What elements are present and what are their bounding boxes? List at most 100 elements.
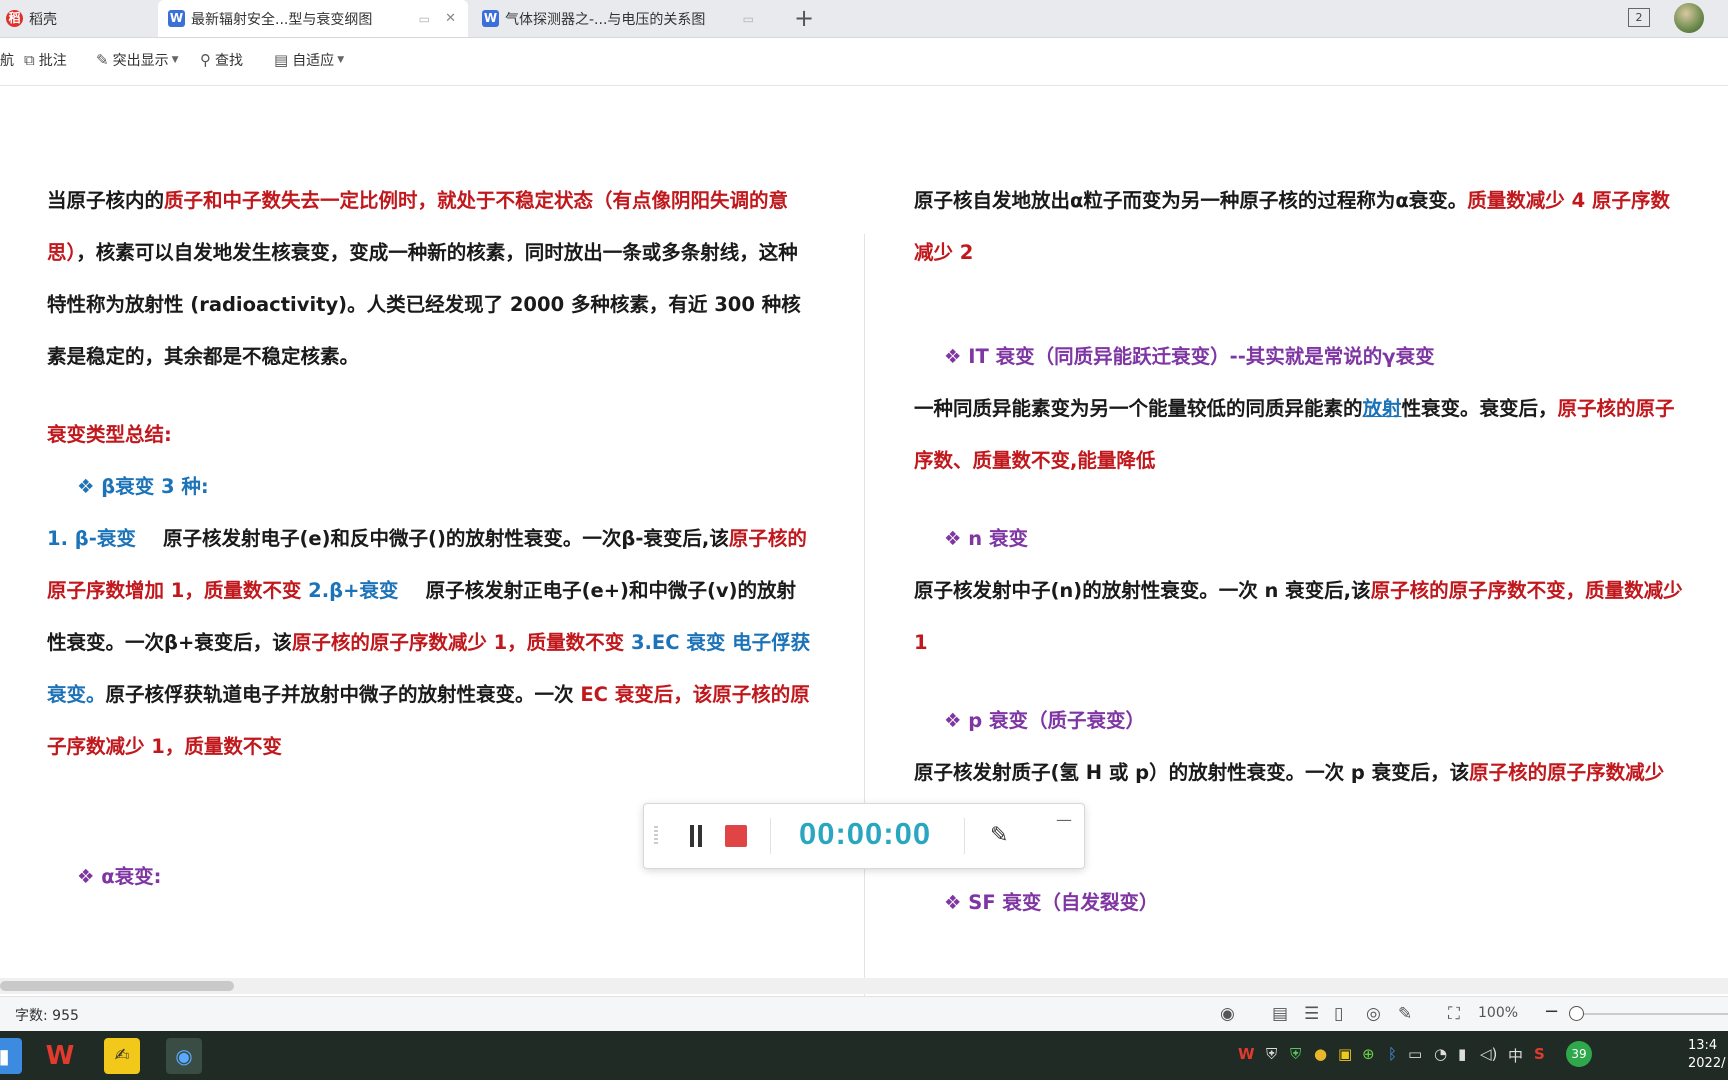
reading-view-icon[interactable]: ▯ <box>1334 1004 1343 1024</box>
beta-minus-text: 原子核发射电子(e)和反中微子()的放射性衰变。一次β-衰变后,该 <box>135 527 729 550</box>
beta-plus-result: 原子核的原子序数减少 1，质量数不变 <box>291 631 625 654</box>
radiation-link[interactable]: 放射 <box>1363 397 1402 420</box>
writer-doc-icon: W <box>482 10 499 27</box>
recording-timer: 00:00:00 <box>799 816 932 851</box>
minimize-button[interactable]: — <box>1056 810 1072 829</box>
column-divider <box>864 234 865 1002</box>
sogou-ime-icon[interactable]: S <box>1534 1045 1545 1063</box>
highlight-button[interactable]: ✎ 突出显示 ▼ <box>96 50 179 70</box>
nav-pane-label: 航 <box>0 53 14 69</box>
search-icon: ⚲ <box>200 51 211 69</box>
screen-recorder-widget: 00:00:00 ✎ — <box>643 803 1085 869</box>
chevron-down-icon: ▼ <box>337 55 345 65</box>
n-text: 原子核发射中子(n)的放射性衰变。一次 n 衰变后,该 <box>914 579 1371 602</box>
scrollbar-thumb[interactable] <box>0 981 234 991</box>
pin-window-icon[interactable]: ▭ <box>419 12 430 26</box>
app-tray-icon[interactable]: ● <box>1314 1045 1327 1063</box>
web-view-icon[interactable]: ◎ <box>1366 1004 1381 1024</box>
reading-toolbar: 航 ⧉ 批注 ✎ 突出显示 ▼ ⚲ 查找 ▤ 自适应 ▼ <box>0 38 1728 86</box>
outline-view-icon[interactable]: ☰ <box>1304 1004 1319 1024</box>
microphone-icon[interactable]: ▮ <box>1458 1045 1466 1063</box>
annotate-button[interactable]: ⧉ 批注 <box>24 50 67 70</box>
beta-minus-label: 1. β-衰变 <box>47 527 136 550</box>
beta-heading: ❖ β衰变 3 种: <box>77 475 209 498</box>
alpha-text: 原子核自发地放出α粒子而变为另一种原子核的过程称为α衰变。 <box>914 189 1468 212</box>
close-tab-icon[interactable]: ✕ <box>445 11 456 26</box>
left-column: 当原子核内的质子和中子数失去一定比例时，就处于不稳定状态（有点像阴阳失调的意思）… <box>47 175 815 903</box>
eye-protection-icon[interactable]: ◉ <box>1220 1004 1235 1024</box>
word-count[interactable]: 字数: 955 <box>15 1005 79 1025</box>
it-paragraph: 一种同质异能素变为另一个能量较低的同质异能素的放射性衰变。衰变后，原子核的原子序… <box>914 383 1684 487</box>
wps-office-icon[interactable]: W <box>42 1038 78 1074</box>
pin-window-icon[interactable]: ▭ <box>743 12 754 26</box>
clock-time: 13:4 <box>1688 1038 1718 1053</box>
page-view-icon[interactable]: ▤ <box>1272 1004 1288 1024</box>
security-icon[interactable]: ⛨ <box>1290 1045 1301 1063</box>
intro-text-2: ，核素可以自发地发生核衰变，变成一种新的核素，同时放出一条或多条射线，这种特性称… <box>47 241 801 368</box>
ime-indicator[interactable]: 中 <box>1508 1045 1523 1066</box>
window-count-badge[interactable]: 2 <box>1628 8 1650 27</box>
horizontal-scrollbar[interactable] <box>0 978 1728 994</box>
find-label: 查找 <box>215 53 243 69</box>
divider <box>964 818 965 854</box>
divider <box>770 818 771 854</box>
tab-doc2-label: 气体探测器之-...与电压的关系图 <box>505 11 706 28</box>
status-bar: 字数: 955 ◉ ▤ ☰ ▯ ◎ ✎ ⛶ 100% − <box>0 996 1728 1031</box>
pause-button[interactable] <box>689 825 703 847</box>
zoom-slider[interactable] <box>1578 1013 1728 1015</box>
fit-page-icon[interactable]: ⛶ <box>1448 1004 1460 1024</box>
sf-heading: ❖ SF 衰变（自发裂变） <box>944 891 1159 914</box>
browser-icon[interactable]: ◉ <box>166 1038 202 1074</box>
tab-bar: 稻 稻壳 W 最新辐射安全...型与衰变纲图 ▭ ✕ W 气体探测器之-...与… <box>0 0 1728 38</box>
tab-home[interactable]: 稻 稻壳 <box>6 0 152 37</box>
annotate-label: 批注 <box>38 53 67 69</box>
tab-doc1-label: 最新辐射安全...型与衰变纲图 <box>191 11 373 28</box>
bluetooth-icon[interactable]: ᛒ <box>1388 1045 1397 1063</box>
p-heading: ❖ p 衰变（质子衰变） <box>944 709 1146 732</box>
volume-icon[interactable]: ◁) <box>1480 1045 1497 1063</box>
intro-text: 当原子核内的 <box>47 189 165 212</box>
clock-date: 2022/ <box>1688 1056 1726 1071</box>
notes-tray-icon[interactable]: ▣ <box>1338 1045 1352 1063</box>
pen-icon[interactable]: ✎ <box>1398 1004 1412 1024</box>
p-text: H 或 p）的放射性衰变。一次 p 衰变后，该 <box>1078 761 1470 784</box>
document-page: 当原子核内的质子和中子数失去一定比例时，就处于不稳定状态（有点像阴阳失调的意思）… <box>0 86 1728 1002</box>
n-heading: ❖ n 衰变 <box>944 527 1028 550</box>
page-icon: ▤ <box>274 51 289 69</box>
chevron-down-icon: ▼ <box>171 55 179 65</box>
highlighter-icon: ✎ <box>96 51 109 69</box>
avatar[interactable] <box>1674 3 1704 33</box>
notification-badge[interactable]: 39 <box>1566 1041 1592 1067</box>
n-paragraph: 原子核发射中子(n)的放射性衰变。一次 n 衰变后,该原子核的原子序数不变，质量… <box>914 565 1684 669</box>
tab-active-document[interactable]: W 最新辐射安全...型与衰变纲图 ▭ ✕ <box>158 0 468 37</box>
intro-paragraph: 当原子核内的质子和中子数失去一定比例时，就处于不稳定状态（有点像阴阳失调的意思）… <box>47 175 815 383</box>
tab-home-label: 稻壳 <box>29 11 57 28</box>
beta-paragraph: 1. β-衰变 原子核发射电子(e)和反中微子()的放射性衰变。一次β-衰变后,… <box>47 513 815 773</box>
pen-icon[interactable]: ✎ <box>990 823 1008 848</box>
plus-tray-icon[interactable]: ⊕ <box>1362 1045 1375 1063</box>
battery-icon[interactable]: ▭ <box>1408 1045 1422 1063</box>
adaptive-label: 自适应 <box>292 53 335 69</box>
stop-button[interactable] <box>725 825 747 847</box>
zoom-level[interactable]: 100% <box>1478 1005 1518 1021</box>
wifi-icon[interactable]: ◔ <box>1434 1045 1447 1063</box>
adaptive-button[interactable]: ▤ 自适应 ▼ <box>274 50 344 70</box>
find-button[interactable]: ⚲ 查找 <box>200 50 243 70</box>
file-explorer-icon[interactable]: ▮ <box>0 1038 22 1074</box>
ec-text: 原子核俘获轨道电子并放射中微子的放射性衰变。一次 <box>105 683 581 706</box>
wps-tray-icon[interactable]: W <box>1238 1045 1255 1063</box>
summary-heading: 衰变类型总结: <box>47 423 172 446</box>
zoom-out-button[interactable]: − <box>1544 1001 1559 1022</box>
clock[interactable]: 13:4 2022/ <box>1688 1037 1725 1073</box>
new-tab-button[interactable]: + <box>794 4 814 32</box>
drag-handle-icon[interactable] <box>654 826 658 846</box>
docer-logo-icon: 稻 <box>6 10 23 27</box>
annotate-icon: ⧉ <box>24 51 35 69</box>
p-text-pre: 原子核发射质子(氢 <box>914 761 1079 784</box>
nav-pane-button[interactable]: 航 <box>0 50 14 70</box>
beta-plus-label: 2.β+衰变 <box>301 579 399 602</box>
notes-app-icon[interactable]: ✍ <box>104 1038 140 1074</box>
shield-icon[interactable]: ⛨ <box>1266 1045 1277 1063</box>
zoom-slider-handle[interactable] <box>1569 1006 1584 1021</box>
tab-document-2[interactable]: W 气体探测器之-...与电压的关系图 ▭ <box>472 0 782 37</box>
